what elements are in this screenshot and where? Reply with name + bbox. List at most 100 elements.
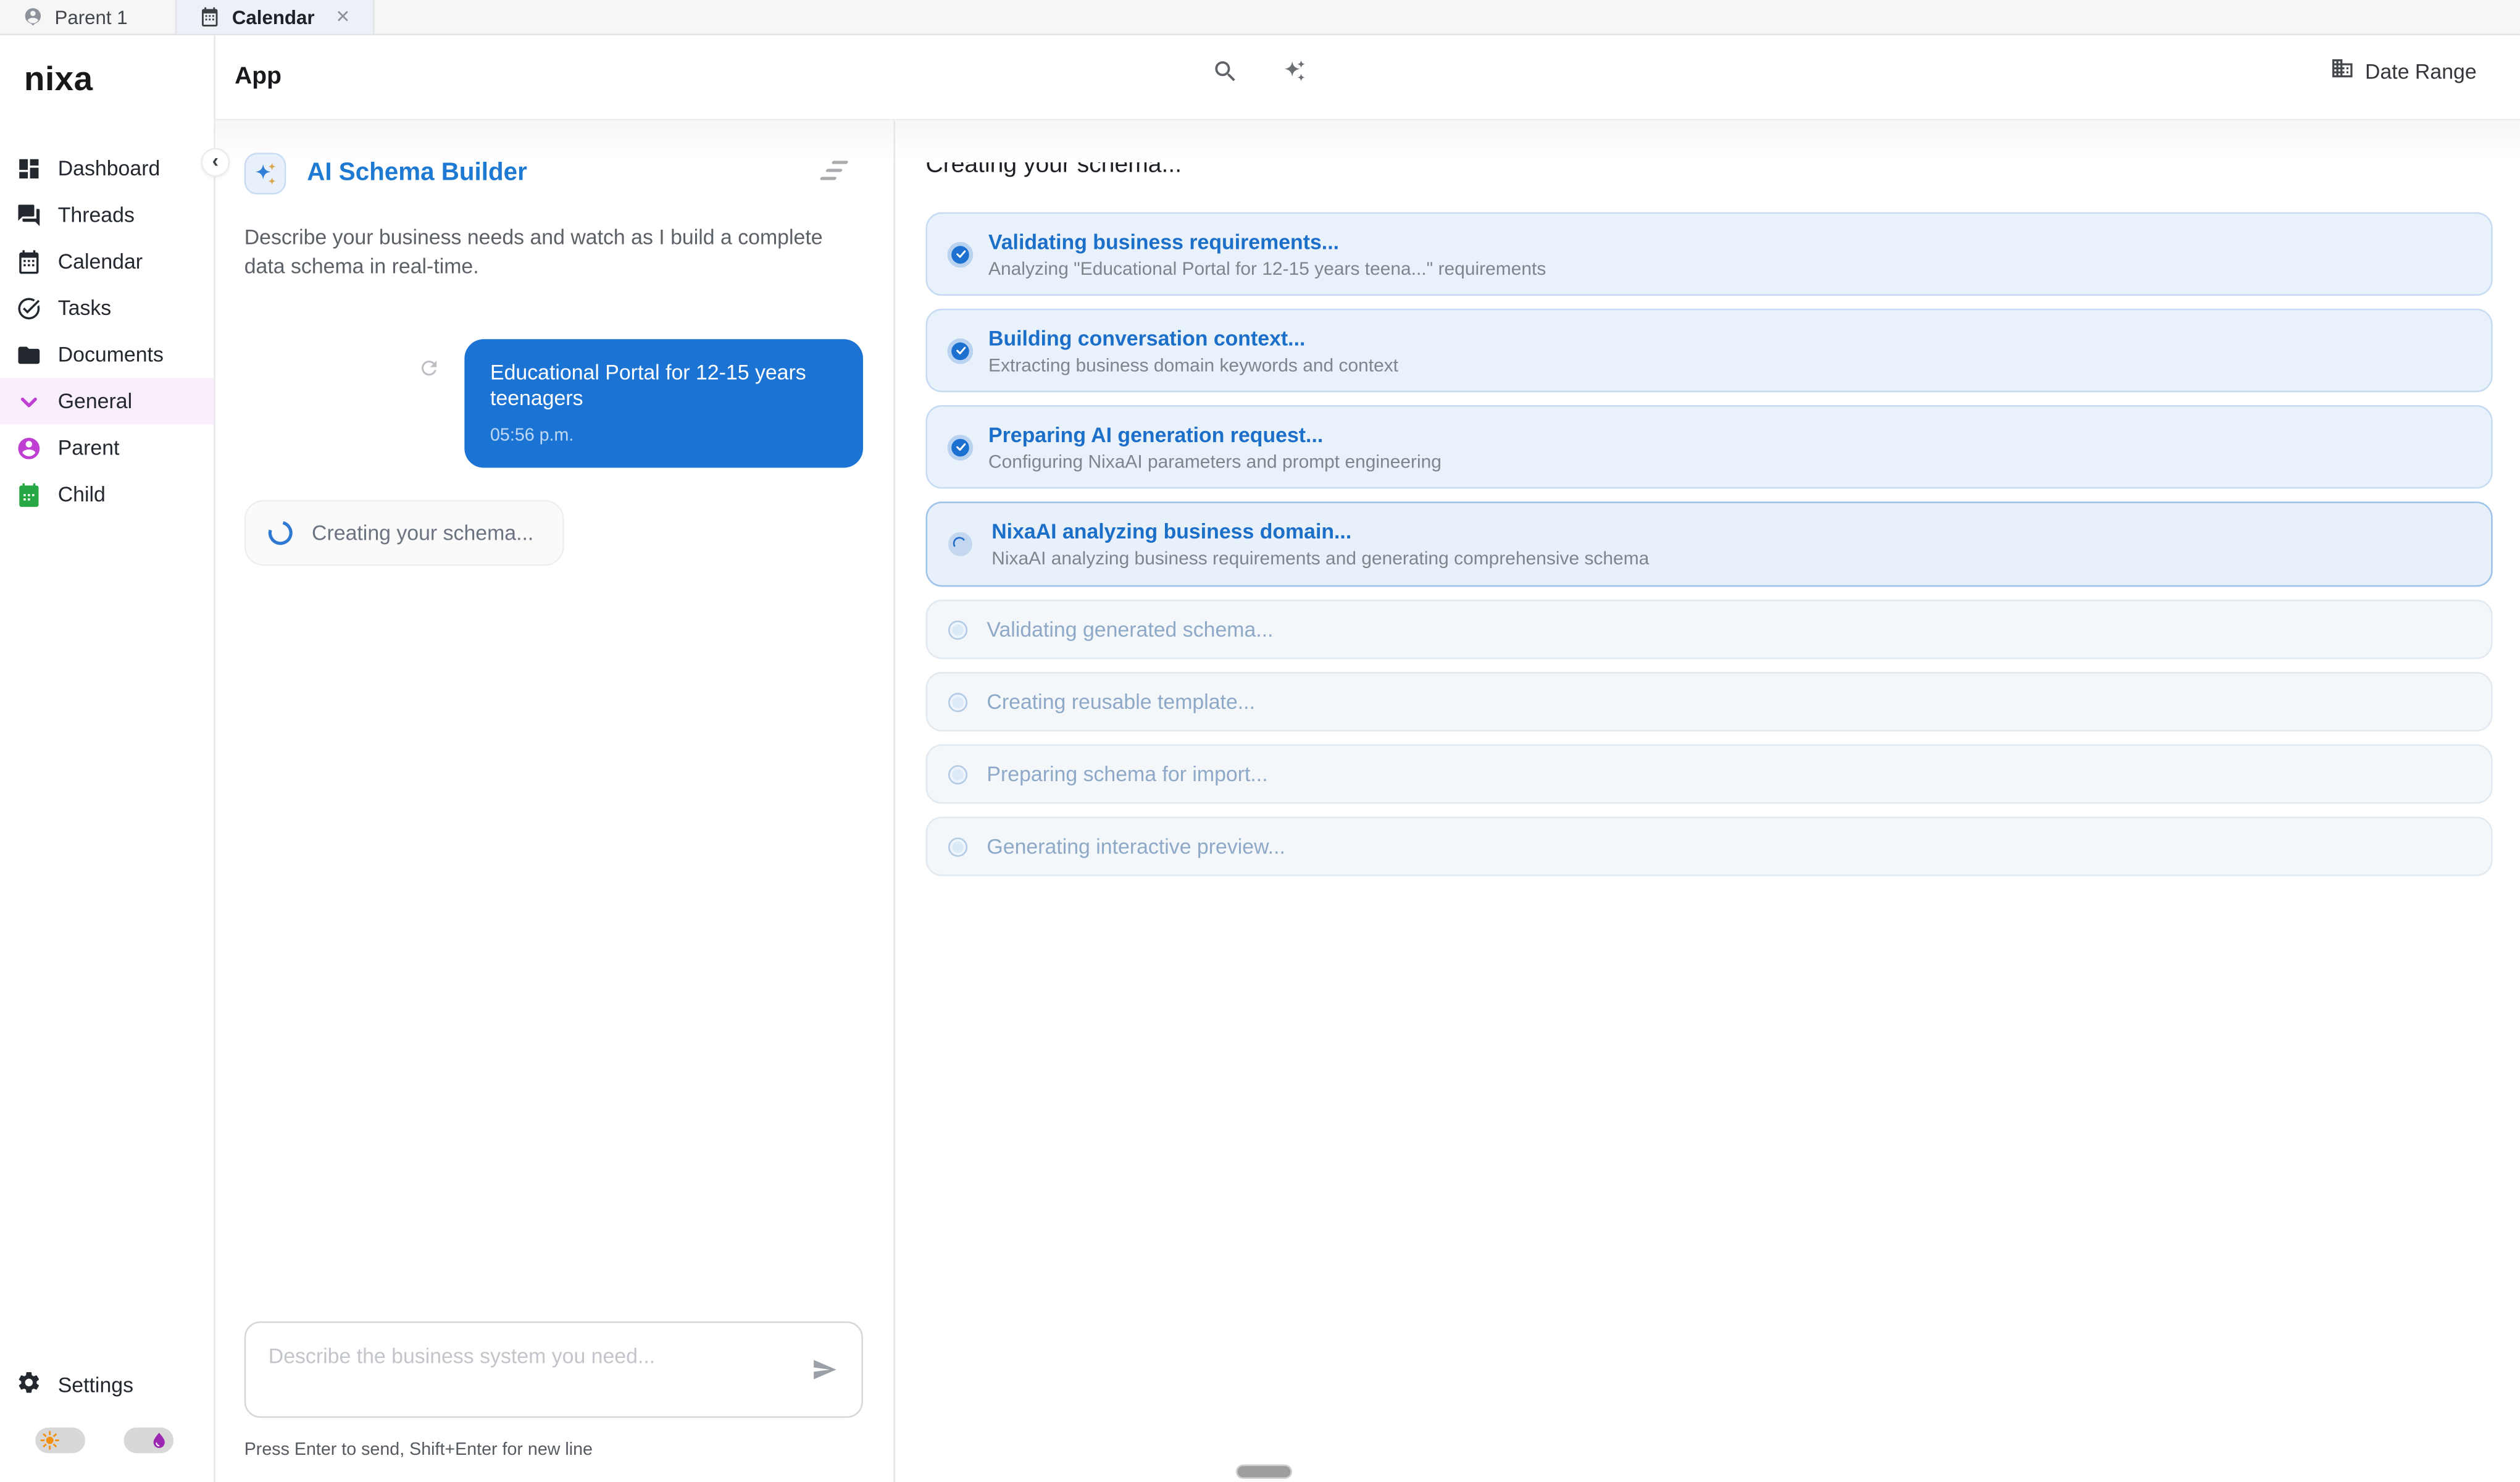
- tab-parent-1[interactable]: Parent 1: [3, 0, 147, 34]
- progress-title: Creating your schema...: [926, 151, 2493, 178]
- sidebar-nav: Dashboard Threads Calendar Tasks Documents Ge…: [0, 144, 214, 517]
- step-pending-icon: [948, 764, 967, 784]
- user-message-bubble: Educational Portal for 12-15 years teena…: [464, 339, 863, 467]
- step-card: NixaAI analyzing business domain... NixaA…: [926, 501, 2493, 587]
- step-title: Validating generated schema...: [987, 618, 1273, 642]
- step-title: Building conversation context...: [988, 325, 1398, 350]
- sidebar-item-threads[interactable]: Threads: [0, 191, 214, 238]
- date-range-button[interactable]: Date Range: [2330, 56, 2477, 85]
- user-message-time: 05:56 p.m.: [490, 426, 837, 445]
- ai-sparkles-icon[interactable]: [1281, 58, 1308, 85]
- dashboard-grid-icon: [16, 155, 42, 181]
- step-pending-icon: [948, 837, 967, 856]
- child-calendar-icon: [16, 482, 42, 508]
- step-title: NixaAI analyzing business domain...: [991, 519, 1649, 543]
- sidebar-item-label: Tasks: [58, 296, 112, 320]
- step-complete-icon: [951, 438, 969, 456]
- browser-tab-bar: Parent 1 Calendar ✕: [0, 0, 2520, 35]
- nixa-logo: nixa: [24, 61, 214, 99]
- tab-label: Calendar: [232, 6, 315, 28]
- menu-lines-icon[interactable]: [820, 161, 849, 180]
- step-card: Preparing schema for import...: [926, 744, 2493, 803]
- sidebar-item-label: Child: [58, 482, 106, 506]
- sidebar-item-general[interactable]: General: [0, 378, 214, 424]
- search-icon[interactable]: [1212, 58, 1239, 85]
- step-subtitle: Extracting business domain keywords and …: [988, 356, 1398, 375]
- app-window: Parent 1 Calendar ✕ nixa Dashboard Thread…: [0, 0, 2520, 1482]
- sidebar-item-label: Documents: [58, 343, 164, 367]
- ai-schema-builder-panel: AI Schema Builder Describe your business…: [215, 120, 895, 1482]
- user-message-text: Educational Portal for 12-15 years teena…: [490, 360, 837, 411]
- sidebar-item-settings[interactable]: Settings: [0, 1362, 214, 1408]
- step-card: Validating generated schema...: [926, 600, 2493, 659]
- calendar-icon: [16, 248, 42, 274]
- parent-avatar-icon: [16, 435, 42, 461]
- step-subtitle: Configuring NixaAI parameters and prompt…: [988, 453, 1441, 472]
- sidebar-item-label: Calendar: [58, 249, 143, 274]
- tab-label: Parent 1: [55, 6, 128, 28]
- ai-sparkle-badge-icon: [244, 153, 286, 195]
- step-complete-icon: [951, 245, 969, 263]
- close-icon[interactable]: ✕: [335, 6, 350, 27]
- building-icon: [2330, 56, 2354, 85]
- sidebar-item-calendar[interactable]: Calendar: [0, 238, 214, 284]
- message-composer: [244, 1321, 863, 1418]
- sidebar-item-child[interactable]: Child: [0, 471, 214, 517]
- send-icon[interactable]: [812, 1357, 838, 1383]
- calendar-icon: [200, 6, 221, 27]
- step-spinner-icon: [948, 532, 972, 556]
- step-title: Preparing schema for import...: [987, 762, 1267, 786]
- page-header: App Date Range: [215, 35, 2520, 120]
- chevron-down-icon: [16, 388, 42, 414]
- step-title: Preparing AI generation request...: [988, 422, 1441, 446]
- tasks-check-icon: [16, 295, 42, 321]
- step-card: Generating interactive preview...: [926, 816, 2493, 876]
- step-title: Generating interactive preview...: [987, 834, 1285, 858]
- message-input[interactable]: [244, 1321, 863, 1418]
- step-complete-icon: [951, 341, 969, 359]
- builder-description: Describe your business needs and watch a…: [244, 224, 863, 280]
- progress-steps-list: Validating business requirements... Analy…: [926, 212, 2493, 876]
- collapse-panel-button[interactable]: ‹: [201, 148, 230, 177]
- sidebar-item-parent[interactable]: Parent: [0, 424, 214, 471]
- composer-hint: Press Enter to send, Shift+Enter for new…: [244, 1441, 593, 1460]
- sidebar: nixa Dashboard Threads Calendar Tasks Docume…: [0, 35, 215, 1482]
- step-title: Creating reusable template...: [987, 690, 1255, 714]
- horizontal-scrollbar-thumb[interactable]: [1238, 1466, 1291, 1477]
- step-card: Preparing AI generation request... Config…: [926, 405, 2493, 488]
- gear-icon: [16, 1370, 42, 1400]
- person-pin-icon: [22, 6, 43, 27]
- tab-calendar[interactable]: Calendar ✕: [176, 0, 375, 34]
- builder-title: AI Schema Builder: [307, 159, 527, 188]
- threads-chat-icon: [16, 202, 42, 228]
- step-pending-icon: [948, 692, 967, 711]
- sidebar-item-tasks[interactable]: Tasks: [0, 285, 214, 331]
- step-card: Validating business requirements... Analy…: [926, 212, 2493, 296]
- loading-text: Creating your schema...: [312, 521, 533, 545]
- sidebar-item-dashboard[interactable]: Dashboard: [0, 144, 214, 191]
- step-card: Creating reusable template...: [926, 672, 2493, 731]
- step-subtitle: NixaAI analyzing business requirements a…: [991, 550, 1649, 569]
- sidebar-item-label: Parent: [58, 435, 120, 459]
- sidebar-item-label: Threads: [58, 203, 135, 227]
- sun-icon: [40, 1431, 59, 1450]
- sidebar-item-label: General: [58, 389, 132, 413]
- step-pending-icon: [948, 620, 967, 639]
- sidebar-item-label: Dashboard: [58, 156, 161, 180]
- sidebar-item-documents[interactable]: Documents: [0, 331, 214, 377]
- step-card: Building conversation context... Extracti…: [926, 309, 2493, 392]
- page-title: App: [235, 63, 282, 90]
- documents-folder-icon: [16, 341, 42, 367]
- sidebar-item-label: Settings: [58, 1373, 133, 1397]
- color-theme-toggle[interactable]: [123, 1428, 173, 1454]
- step-subtitle: Analyzing "Educational Portal for 12-15 …: [988, 259, 1546, 278]
- droplet-icon: [149, 1431, 169, 1450]
- step-title: Validating business requirements...: [988, 229, 1546, 253]
- spinner-icon: [264, 516, 297, 549]
- assistant-loading-bubble: Creating your schema...: [244, 500, 564, 566]
- refresh-icon[interactable]: [418, 357, 440, 379]
- light-mode-toggle[interactable]: [35, 1428, 85, 1454]
- theme-toggles: [35, 1428, 214, 1454]
- schema-progress-panel: Creating your schema... Validating busin…: [895, 120, 2520, 1482]
- date-range-label: Date Range: [2365, 59, 2477, 83]
